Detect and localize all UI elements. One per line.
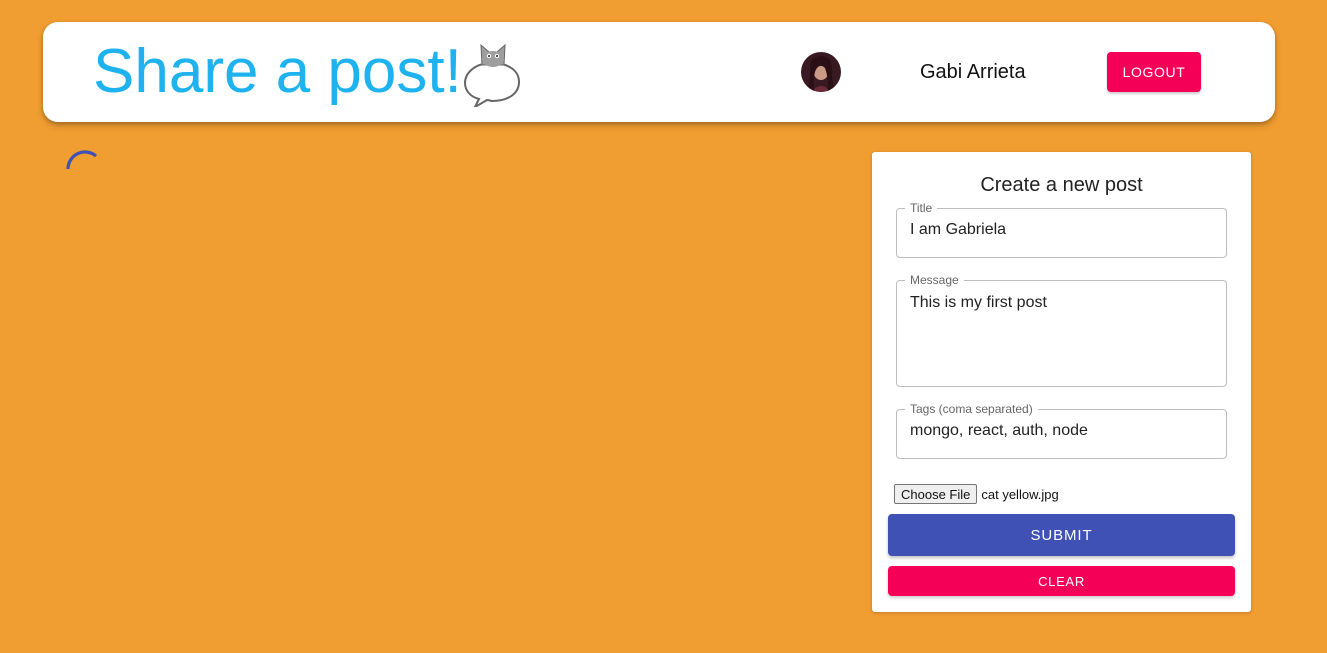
spinner-icon bbox=[66, 150, 98, 170]
form-heading: Create a new post bbox=[980, 174, 1143, 196]
cat-speech-bubble-icon bbox=[463, 43, 521, 107]
tags-field: Tags (coma separated) bbox=[896, 403, 1227, 459]
app-bar: Share a post! Gabi Arrieta LOGOUT bbox=[43, 22, 1275, 122]
page-title: Share a post! bbox=[93, 37, 462, 106]
user-name: Gabi Arrieta bbox=[920, 61, 1026, 83]
title-input[interactable] bbox=[910, 220, 1213, 240]
file-name: cat yellow.jpg bbox=[981, 486, 1059, 502]
avatar[interactable] bbox=[801, 52, 841, 92]
submit-button[interactable]: SUBMIT bbox=[888, 514, 1235, 556]
message-input[interactable]: This is my first post bbox=[910, 293, 1213, 373]
title-field: Title bbox=[896, 202, 1227, 258]
logout-button[interactable]: LOGOUT bbox=[1107, 52, 1201, 92]
create-post-form: Create a new post Title Message This is … bbox=[872, 152, 1251, 612]
tags-label: Tags (coma separated) bbox=[910, 402, 1033, 416]
choose-file-button[interactable]: Choose File bbox=[894, 484, 978, 504]
message-label: Message bbox=[910, 273, 959, 287]
title-label: Title bbox=[910, 201, 933, 215]
tags-input[interactable] bbox=[910, 421, 1213, 441]
file-picker: Choose File cat yellow.jpg bbox=[894, 484, 1059, 504]
clear-button[interactable]: CLEAR bbox=[888, 566, 1235, 596]
message-field: Message This is my first post bbox=[896, 274, 1227, 387]
